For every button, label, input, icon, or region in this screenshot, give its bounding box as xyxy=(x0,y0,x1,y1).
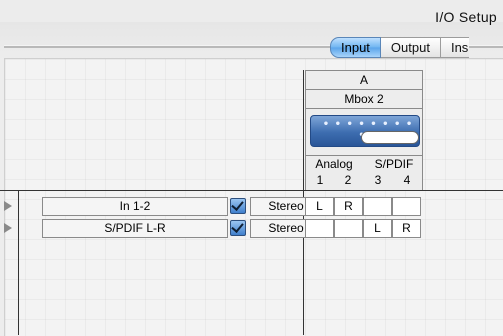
channel-assign-cell[interactable]: L xyxy=(305,197,334,216)
channel-assign-cell[interactable] xyxy=(392,197,421,216)
channel-number: 2 xyxy=(344,173,352,187)
channel-header: Analog S/PDIF 1 2 3 4 xyxy=(305,155,423,191)
channel-assign-cell[interactable]: R xyxy=(334,197,363,216)
channel-assign-cell[interactable] xyxy=(334,219,363,238)
expand-triangle-icon[interactable] xyxy=(4,223,12,233)
tab-output[interactable]: Output xyxy=(380,37,441,58)
window-title: I/O Setup xyxy=(435,9,497,25)
group-label-spdif: S/PDIF xyxy=(374,157,414,171)
channel-assign-cell[interactable] xyxy=(305,219,334,238)
path-name-field[interactable]: S/PDIF L-R xyxy=(42,219,228,238)
tab-input[interactable]: Input xyxy=(330,37,381,58)
grid-divider xyxy=(0,190,18,191)
path-name-field[interactable]: In 1-2 xyxy=(42,197,228,216)
expand-triangle-icon[interactable] xyxy=(4,201,12,211)
device-image-cell: • • • • • • • • • • xyxy=(305,108,423,156)
channel-assign-cell[interactable]: R xyxy=(392,219,421,238)
group-label-analog: Analog xyxy=(315,157,353,171)
channel-assign-cell[interactable]: L xyxy=(363,219,392,238)
path-active-checkbox[interactable] xyxy=(230,220,246,236)
channel-assign-cell[interactable] xyxy=(363,197,392,216)
path-active-checkbox[interactable] xyxy=(230,198,246,214)
channel-number: 3 xyxy=(374,173,382,187)
mbox-device-icon: • • • • • • • • • • xyxy=(310,115,420,147)
grid-divider xyxy=(18,190,503,191)
device-letter: A xyxy=(305,70,423,90)
device-name: Mbox 2 xyxy=(305,89,423,109)
channel-number: 4 xyxy=(403,173,411,187)
grid-divider xyxy=(18,190,19,335)
channel-number: 1 xyxy=(316,173,324,187)
tab-insert[interactable]: Ins xyxy=(440,37,469,58)
tab-bar: Input Output Ins xyxy=(330,37,469,58)
